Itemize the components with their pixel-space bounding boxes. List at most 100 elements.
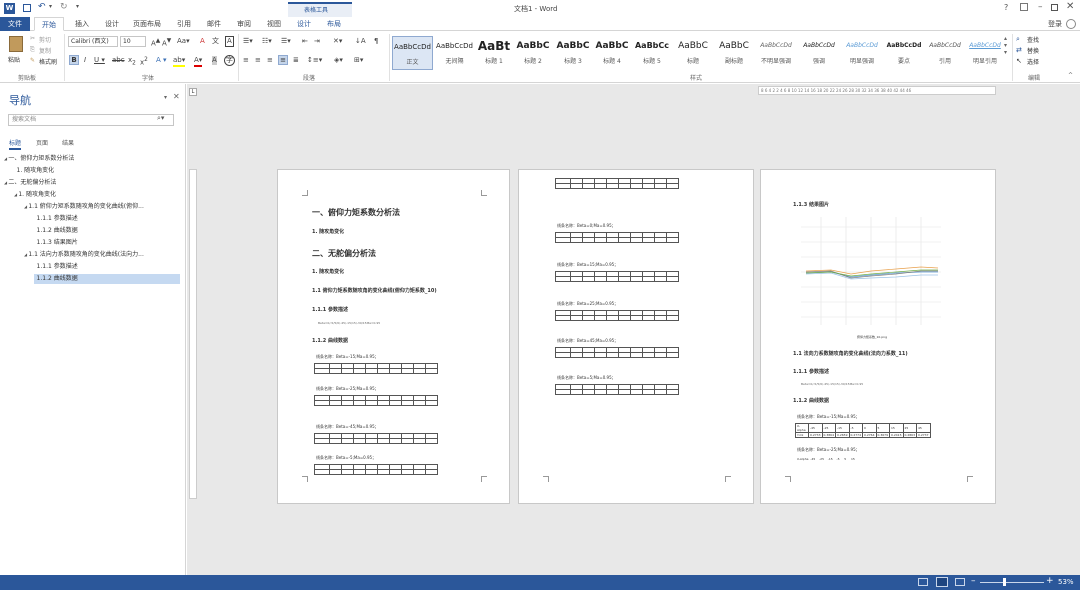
nav-tab-pages[interactable]: 页面 [36,138,48,147]
data-table[interactable] [555,347,679,358]
gallery-scroll-icon[interactable]: ▴ ▾ ▾ [1004,35,1007,56]
data-table[interactable] [555,384,679,395]
nav-heading-item[interactable]: ◢ 1.1 俯仰力矩系数随攻角的变化曲线(俯仰... [24,202,180,212]
phonetic-guide-icon[interactable]: 文 [212,37,219,46]
vertical-ruler[interactable] [189,169,197,499]
table-cell[interactable] [389,469,402,475]
tab-file[interactable]: 文件 [0,17,30,31]
table-cell[interactable] [606,315,619,321]
table-cell[interactable] [618,315,631,321]
data-table[interactable] [555,178,679,189]
table-cell[interactable] [642,315,655,321]
table-cell[interactable] [582,389,595,395]
restore-icon[interactable] [1051,4,1058,11]
bullets-icon[interactable]: ☰▾ [243,37,253,46]
table-cell[interactable] [654,183,667,189]
table-cell[interactable] [606,183,619,189]
table-cell[interactable] [425,400,438,406]
zoom-level[interactable]: 53% [1058,578,1074,586]
undo-dropdown-icon[interactable]: ▾ [49,3,52,10]
underline-icon[interactable]: U ▾ [94,56,105,65]
user-icon[interactable] [1066,19,1076,29]
zoom-slider[interactable] [980,582,1044,583]
data-table[interactable] [314,464,438,475]
table-cell[interactable] [413,469,426,475]
tab-selector-icon[interactable]: L [189,88,197,96]
clear-format-icon[interactable]: A [200,37,205,46]
table-cell[interactable] [594,389,607,395]
data-table[interactable]: X-Alpha -45 -25 -15 -5 0 5 15 25 45 Y-Ck 0.2733 0.38… [795,423,931,438]
table-cell[interactable] [618,183,631,189]
table-cell[interactable] [666,237,679,243]
style-subtle-emphasis[interactable]: AaBbCcDd 不明显强调 [755,36,797,70]
table-cell[interactable]: 25 [902,423,917,433]
nav-heading-item[interactable]: ◢ 一、俯仰力矩系数分析法 [4,154,180,164]
nav-tab-results[interactable]: 结果 [62,138,74,147]
table-cell[interactable] [582,315,595,321]
close-icon[interactable]: ✕ [1066,1,1074,12]
data-table[interactable] [555,232,679,243]
nav-heading-item[interactable]: 1.1.1 参数描述 [34,214,180,224]
table-cell[interactable] [642,352,655,358]
table-cell[interactable] [654,237,667,243]
help-icon[interactable]: ? [1004,3,1008,12]
table-cell[interactable] [314,469,330,475]
data-table[interactable] [555,271,679,282]
tab-mailings[interactable]: 邮件 [200,17,228,31]
table-cell[interactable] [582,183,595,189]
table-cell[interactable] [594,315,607,321]
data-table[interactable] [314,433,438,444]
line-spacing-icon[interactable]: ↕≡▾ [307,56,322,65]
table-cell[interactable] [630,183,643,189]
table-cell[interactable] [413,438,426,444]
format-painter-button[interactable]: 格式刷 [39,57,57,66]
table-cell[interactable] [329,469,342,475]
table-cell[interactable] [341,368,354,374]
char-shading-icon[interactable]: A [212,56,217,65]
style-normal[interactable]: AaBbCcDd 正文 [392,36,433,70]
nav-heading-selected[interactable]: 1.1.2 曲线数据 [34,274,180,284]
ribbon-display-icon[interactable] [1020,3,1028,11]
table-cell[interactable] [642,183,655,189]
style-no-spacing[interactable]: AaBbCcDd 无间隔 [434,36,475,70]
enclose-char-icon[interactable]: 字 [224,55,235,66]
distributed-icon[interactable]: ≣ [293,56,299,65]
undo-icon[interactable]: ↶ [38,2,46,12]
tab-insert[interactable]: 插入 [68,17,96,31]
style-intense-emphasis[interactable]: AaBbCcDd 明显强调 [841,36,883,70]
table-cell[interactable] [353,400,366,406]
superscript-icon[interactable]: x2 [140,56,148,67]
style-heading-1[interactable]: AaBt 标题 1 [476,36,512,70]
table-cell[interactable] [555,183,571,189]
sort-icon[interactable]: ↓A [355,37,366,46]
table-cell[interactable] [654,315,667,321]
page-3[interactable]: 1.1.3 结果图片 俯仰力矩系数_10.png 1.1 法向力系数随攻角的变化… [760,169,996,504]
table-cell[interactable]: 0.3679 [875,432,890,438]
data-table[interactable] [314,395,438,406]
table-cell[interactable] [401,400,414,406]
table-cell[interactable]: -5 [848,423,863,433]
table-cell[interactable] [618,276,631,282]
tab-table-layout[interactable]: 布局 [320,17,348,31]
table-cell[interactable] [341,469,354,475]
table-cell[interactable] [401,368,414,374]
table-cell[interactable]: 0.2764 [862,432,877,438]
table-cell[interactable] [314,368,330,374]
table-cell[interactable] [570,352,583,358]
table-cell[interactable] [654,352,667,358]
justify-icon[interactable]: ≡ [278,55,288,65]
table-cell[interactable]: 0.2774 [848,432,863,438]
nav-heading-item[interactable]: 1.1.3 结果图片 [34,238,180,248]
table-cell[interactable] [413,400,426,406]
style-intense-quote[interactable]: AaBbCcDd 明显引用 [966,36,1004,70]
style-heading-3[interactable]: AaBbC 标题 3 [554,36,592,70]
style-title[interactable]: AaBbC 标题 [673,36,713,70]
nav-heading-item[interactable]: ◢ 1.1 法向力系数随攻角的变化曲线(法向力... [24,250,180,260]
table-cell[interactable] [570,183,583,189]
table-cell[interactable] [314,438,330,444]
align-left-icon[interactable]: ≡ [243,56,249,65]
table-cell[interactable]: -25 [821,423,836,433]
style-strong[interactable]: AaBbCcDd 要点 [884,36,924,70]
table-cell[interactable] [570,276,583,282]
table-cell[interactable] [594,237,607,243]
